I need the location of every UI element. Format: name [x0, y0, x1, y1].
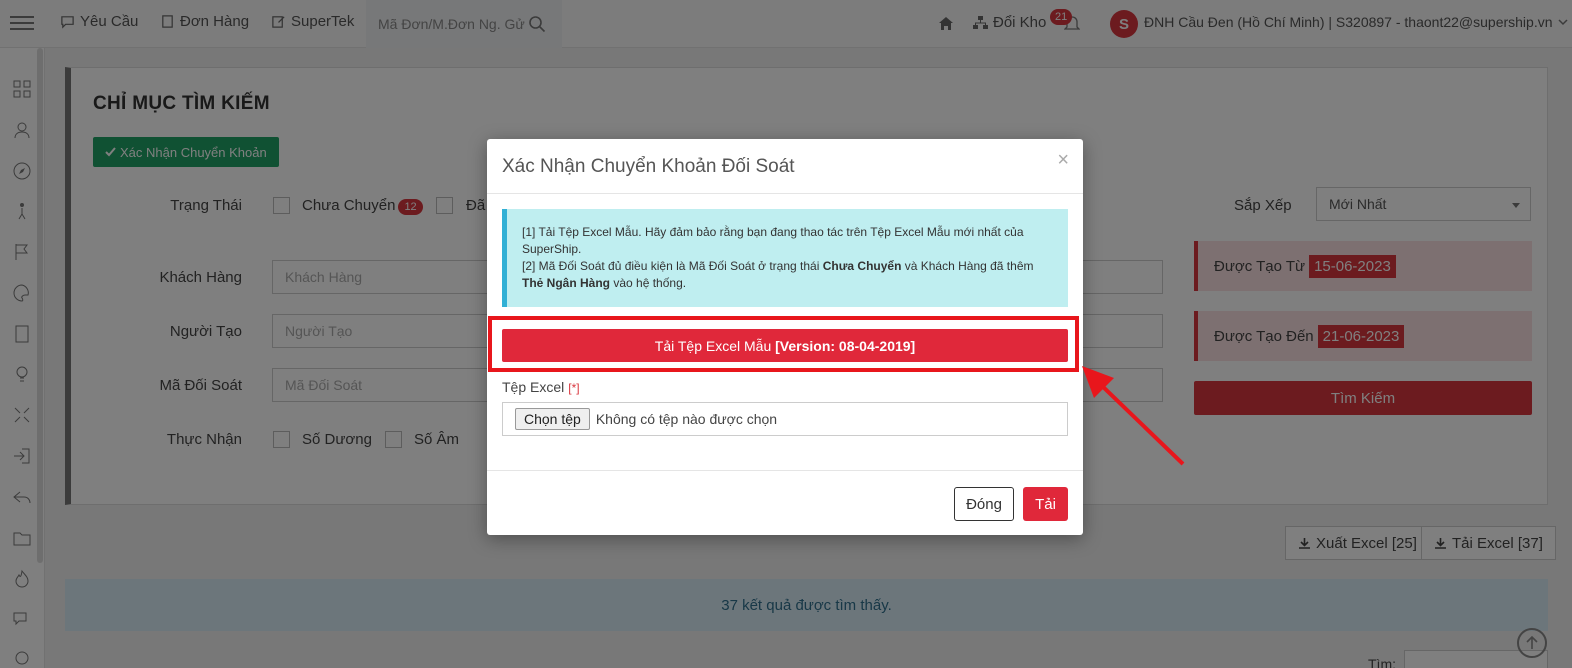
info-bold: Thẻ Ngân Hàng — [522, 276, 611, 290]
info-text: [2] Mã Đối Soát đủ điều kiện là Mã Đối S… — [522, 259, 823, 273]
info-line-2: [2] Mã Đối Soát đủ điều kiện là Mã Đối S… — [522, 258, 1053, 292]
modal-title: Xác Nhận Chuyển Khoản Đối Soát — [502, 156, 795, 177]
no-file-text: Không có tệp nào được chọn — [595, 411, 778, 427]
file-label: Tệp Excel [*] — [502, 379, 580, 395]
required-marker: [*] — [568, 381, 580, 395]
info-line-1: [1] Tải Tệp Excel Mẫu. Hãy đảm bảo rằng … — [522, 225, 1024, 256]
close-icon[interactable]: × — [1057, 149, 1069, 172]
highlight-frame — [488, 316, 1079, 372]
file-label-text: Tệp Excel — [502, 379, 565, 395]
choose-file-button[interactable]: Chọn tệp — [515, 408, 590, 430]
excel-file-input[interactable]: Chọn tệp Không có tệp nào được chọn — [502, 402, 1068, 436]
info-alert: [1] Tải Tệp Excel Mẫu. Hãy đảm bảo rằng … — [502, 209, 1068, 307]
close-button[interactable]: Đóng — [954, 487, 1014, 521]
annotation-arrow-icon — [1082, 366, 1185, 466]
info-text: vào hệ thống. — [610, 276, 687, 290]
modal-header: Xác Nhận Chuyển Khoản Đối Soát × — [487, 139, 1083, 194]
info-text: và Khách Hàng đã thêm — [901, 259, 1034, 273]
upload-button[interactable]: Tải — [1023, 487, 1068, 521]
info-bold: Chưa Chuyển — [822, 259, 902, 273]
modal-footer: Đóng Tải — [487, 470, 1083, 535]
